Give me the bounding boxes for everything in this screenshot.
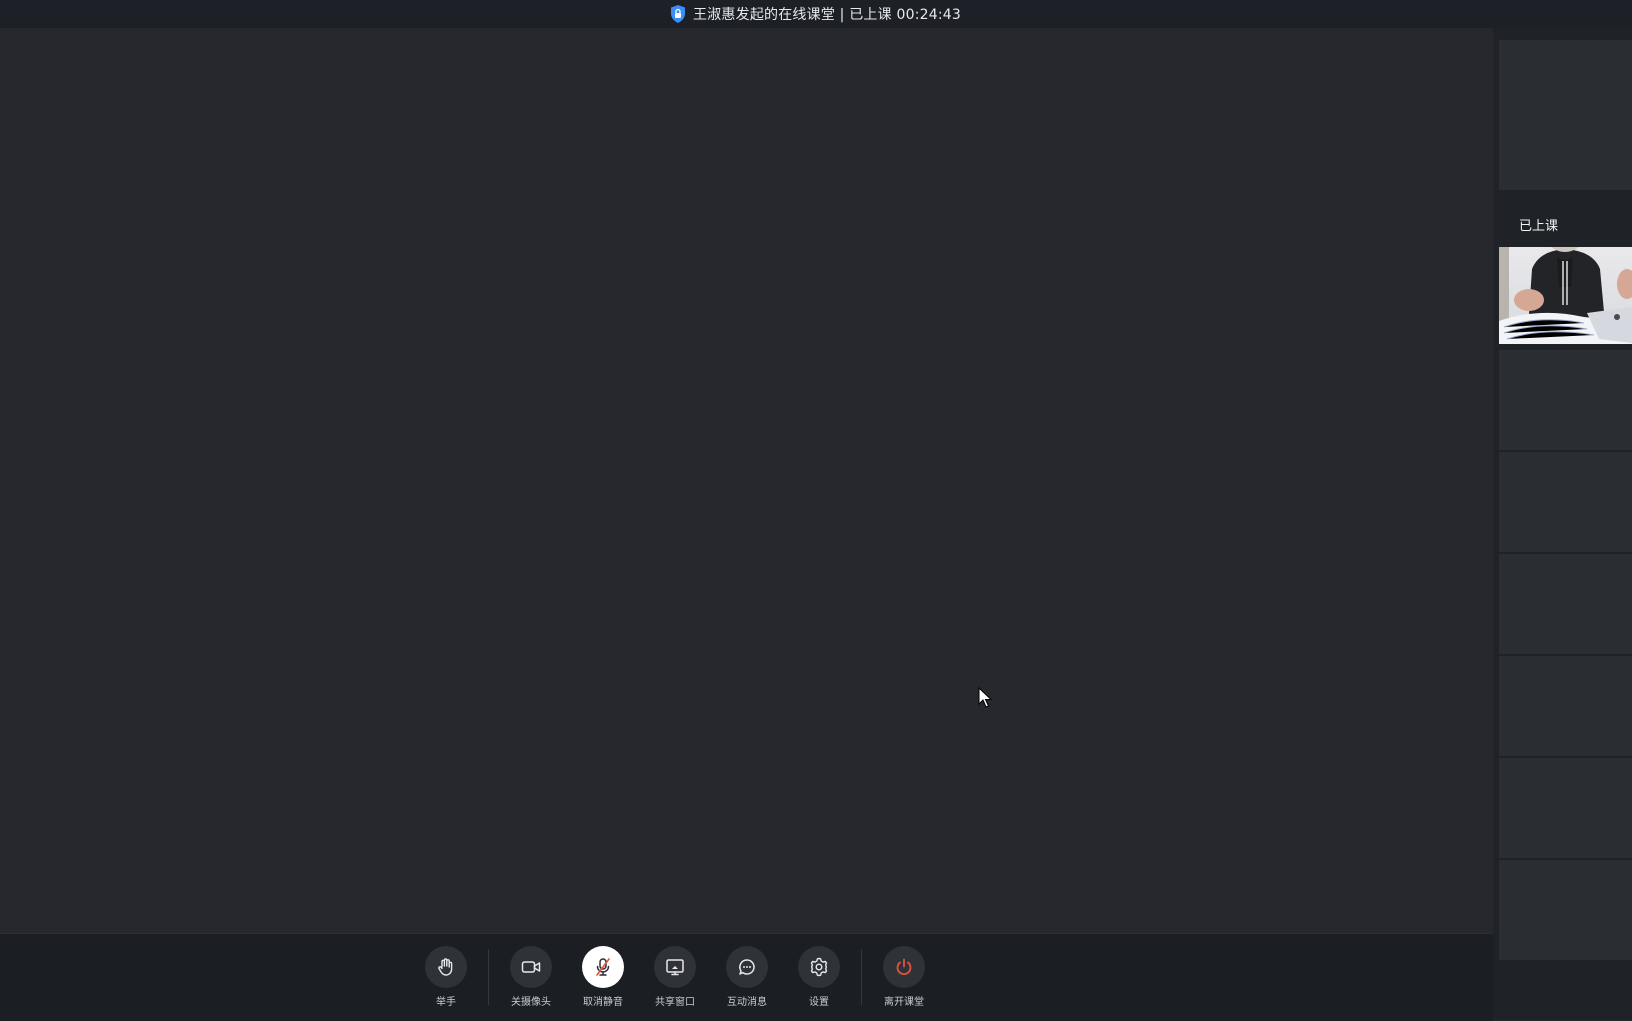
unmute-button[interactable]: 取消静音 [567, 946, 639, 1008]
toolbar-divider [861, 949, 862, 1005]
student-video-tile[interactable] [1499, 247, 1632, 344]
unmute-circle[interactable] [582, 946, 624, 988]
participant-tile[interactable] [1499, 452, 1632, 552]
title-group: 王淑惠发起的在线课堂 | 已上课 00:24:43 [669, 4, 961, 24]
camera-label: 关摄像头 [511, 997, 551, 1008]
window-title: 王淑惠发起的在线课堂 | 已上课 00:24:43 [693, 7, 961, 23]
participant-tile[interactable] [1499, 656, 1632, 756]
settings-circle[interactable] [798, 946, 840, 988]
settings-button[interactable]: 设置 [783, 946, 855, 1008]
leave-class-button[interactable]: 离开课堂 [868, 946, 940, 1008]
bottom-toolbar: 举手 关摄像头 取消静音 共享窗口 互动消息 设置 离开课堂 [0, 933, 1493, 1021]
share-window-button[interactable]: 共享窗口 [639, 946, 711, 1008]
toolbar-divider [488, 949, 489, 1005]
video-camera-icon [521, 961, 541, 973]
camera-off-button[interactable]: 关摄像头 [495, 946, 567, 1008]
raise-hand-button[interactable]: 举手 [410, 946, 482, 1008]
messages-circle[interactable] [726, 946, 768, 988]
shield-lock-icon [669, 4, 687, 24]
participant-tile[interactable] [1499, 554, 1632, 654]
teacher-video-tile[interactable] [1499, 40, 1632, 190]
interactive-messages-button[interactable]: 互动消息 [711, 946, 783, 1008]
raise-hand-circle[interactable] [425, 946, 467, 988]
power-icon [896, 958, 912, 976]
settings-label: 设置 [809, 997, 829, 1008]
share-label: 共享窗口 [655, 997, 695, 1008]
hand-icon [438, 958, 453, 976]
participant-tile[interactable] [1499, 350, 1632, 450]
screen-share-icon [666, 959, 684, 976]
participant-tile[interactable] [1499, 860, 1632, 960]
microphone-muted-icon [596, 958, 610, 976]
leave-circle[interactable] [883, 946, 925, 988]
participant-panel: 已上课 [1493, 28, 1632, 1020]
main-stage [0, 28, 1493, 933]
unmute-label: 取消静音 [583, 997, 623, 1008]
class-status-label: 已上课 [1519, 219, 1559, 234]
chat-bubble-icon [739, 959, 755, 975]
gear-icon [810, 957, 828, 977]
raise-hand-label: 举手 [436, 997, 456, 1008]
window-titlebar: 王淑惠发起的在线课堂 | 已上课 00:24:43 [0, 0, 1632, 28]
share-circle[interactable] [654, 946, 696, 988]
leave-label: 离开课堂 [884, 997, 924, 1008]
messages-label: 互动消息 [727, 997, 767, 1008]
camera-circle[interactable] [510, 946, 552, 988]
mouse-pointer-icon [978, 687, 992, 708]
student-video-feed [1499, 247, 1632, 344]
participant-tile[interactable] [1499, 758, 1632, 858]
